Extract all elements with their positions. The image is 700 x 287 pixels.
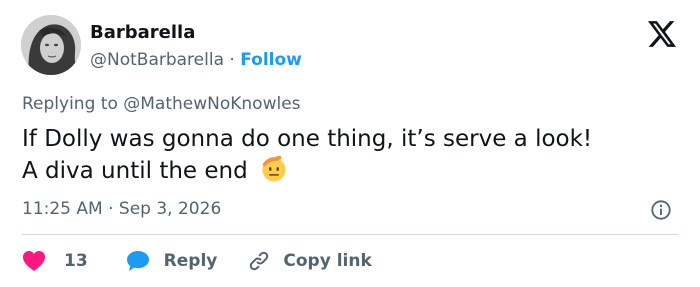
- like-count: 13: [64, 251, 88, 271]
- heart-icon: [23, 251, 45, 271]
- author-handle[interactable]: @NotBarbarella: [90, 50, 224, 70]
- reply-button[interactable]: Reply: [126, 250, 218, 272]
- replying-to: Replying to @MathewNoKnowles: [22, 93, 301, 115]
- divider: [22, 234, 678, 235]
- x-logo-icon[interactable]: [648, 21, 676, 47]
- author-handle-line: @NotBarbarella · Follow: [90, 49, 302, 71]
- replying-to-mention[interactable]: @MathewNoKnowles: [123, 94, 300, 114]
- tweet-text: If Dolly was gonna do one thing, it’s se…: [22, 124, 682, 186]
- copy-link-button[interactable]: Copy link: [247, 249, 372, 273]
- info-icon[interactable]: [650, 199, 672, 221]
- author-name[interactable]: Barbarella: [90, 22, 195, 44]
- copy-link-label: Copy link: [283, 251, 372, 271]
- tweet-text-line-2: A diva until the end: [22, 154, 682, 186]
- saluting-face-emoji: [262, 155, 286, 182]
- tweet-time: 11:25 AM: [22, 199, 103, 219]
- action-bar: 13 Reply Copy link: [22, 248, 372, 274]
- follow-button[interactable]: Follow: [240, 50, 302, 70]
- reply-label: Reply: [163, 251, 218, 271]
- like-button[interactable]: 13: [22, 250, 88, 272]
- tweet-date: Sep 3, 2026: [118, 199, 222, 219]
- tweet-text-line-1: If Dolly was gonna do one thing, it’s se…: [22, 126, 593, 152]
- separator-dot: ·: [229, 50, 235, 70]
- tweet-timestamp[interactable]: 11:25 AM · Sep 3, 2026: [22, 198, 221, 220]
- replying-prefix: Replying to: [22, 94, 118, 114]
- speech-bubble-icon: [126, 251, 149, 271]
- tweet-text-line-2-text: A diva until the end: [22, 158, 248, 184]
- link-icon: [250, 251, 269, 271]
- avatar[interactable]: [21, 15, 81, 75]
- meta-separator: ·: [108, 199, 114, 219]
